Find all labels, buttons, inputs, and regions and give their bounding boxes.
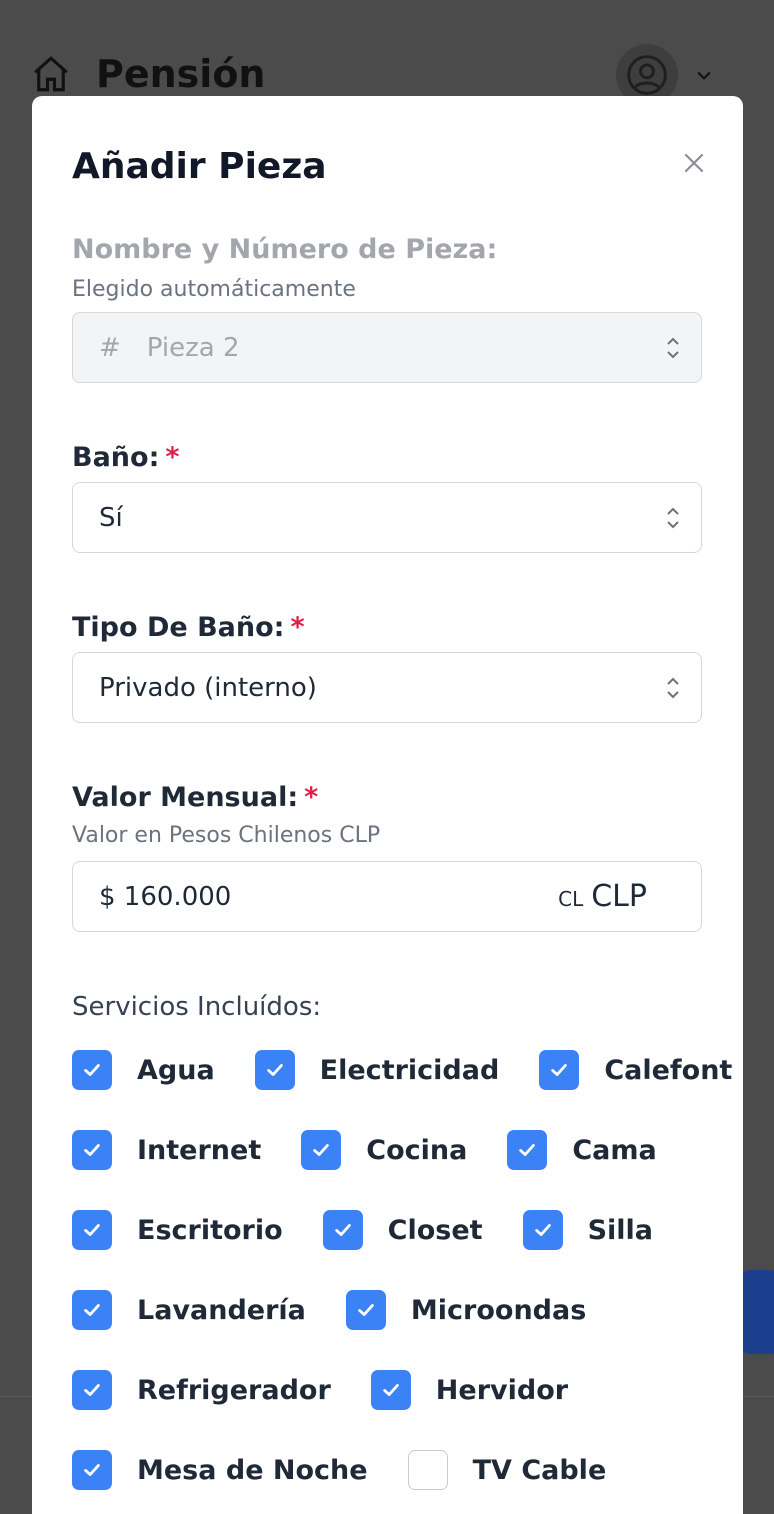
services-row: Lavandería Microondas	[72, 1290, 626, 1330]
check-icon	[266, 1064, 283, 1076]
checkbox-checked[interactable]	[72, 1050, 112, 1090]
select-chevron-icon	[667, 507, 679, 529]
home-icon[interactable]	[30, 53, 72, 95]
service-label: Closet	[387, 1214, 483, 1246]
service-label: Cama	[572, 1134, 657, 1166]
background-action-button	[740, 1270, 774, 1354]
room-name-select: # Pieza 2	[72, 312, 702, 383]
service-checkbox-item[interactable]: Closet	[322, 1210, 483, 1250]
services-label: Servicios Incluídos:	[72, 992, 322, 1022]
service-label: Refrigerador	[137, 1374, 331, 1406]
service-checkbox-item[interactable]: Escritorio	[72, 1210, 283, 1250]
chevron-down-icon[interactable]	[694, 65, 714, 85]
room-name-value: Pieza 2	[146, 332, 240, 363]
hash-icon: #	[99, 332, 121, 363]
bathroom-value: Sí	[99, 502, 123, 533]
modal-title: Añadir Pieza	[72, 146, 327, 187]
page-title: Pensión	[96, 52, 266, 96]
service-checkbox-item[interactable]: Microondas	[345, 1290, 587, 1330]
check-icon	[358, 1304, 374, 1316]
service-checkbox-item[interactable]: Internet	[72, 1130, 261, 1170]
service-label: TV Cable	[472, 1454, 607, 1486]
checkbox-checked[interactable]	[522, 1210, 563, 1250]
checkbox-checked[interactable]	[72, 1370, 112, 1410]
chile-flag-icon: CL	[558, 887, 584, 911]
check-icon	[534, 1224, 551, 1236]
check-icon	[84, 1064, 100, 1076]
check-icon	[84, 1304, 100, 1316]
check-icon	[519, 1144, 536, 1156]
checkbox-checked[interactable]	[507, 1130, 548, 1170]
service-label: Agua	[137, 1054, 215, 1086]
bathroom-select[interactable]: Sí	[72, 482, 702, 553]
required-marker: *	[165, 442, 180, 473]
room-name-help: Elegido automáticamente	[72, 277, 356, 302]
service-checkbox-item[interactable]: Silla	[522, 1210, 654, 1250]
check-icon	[383, 1384, 399, 1396]
service-label: Microondas	[410, 1294, 587, 1326]
monthly-value-input[interactable]: $ 160.000 CL CLP	[72, 861, 702, 932]
checkbox-checked[interactable]	[254, 1050, 295, 1090]
service-label: Escritorio	[137, 1214, 283, 1246]
check-icon	[334, 1224, 351, 1236]
select-chevron-icon	[667, 337, 679, 359]
check-icon	[84, 1224, 100, 1236]
service-checkbox-item[interactable]: Cocina	[301, 1130, 467, 1170]
service-checkbox-item[interactable]: Electricidad	[254, 1050, 500, 1090]
currency-code: CLP	[591, 879, 647, 914]
background-header: Pensión	[30, 44, 744, 106]
checkbox-checked[interactable]	[322, 1210, 363, 1250]
checkbox-checked[interactable]	[539, 1050, 580, 1090]
service-label: Mesa de Noche	[137, 1454, 368, 1486]
service-checkbox-item[interactable]: Lavandería	[72, 1290, 306, 1330]
services-row: Escritorio Closet Silla	[72, 1210, 693, 1250]
checkbox-checked[interactable]	[72, 1130, 112, 1170]
service-label: Internet	[137, 1134, 262, 1166]
service-checkbox-item[interactable]: Refrigerador	[72, 1370, 331, 1410]
check-icon	[313, 1144, 330, 1156]
services-row: Internet Cocina Cama	[72, 1130, 697, 1170]
service-label: Hervidor	[435, 1374, 569, 1406]
service-checkbox-item[interactable]: Cama	[507, 1130, 657, 1170]
service-label: Calefont	[604, 1054, 733, 1086]
services-row: Refrigerador Hervidor	[72, 1370, 608, 1410]
service-checkbox-item[interactable]: Calefont	[539, 1050, 732, 1090]
checkbox-checked[interactable]	[345, 1290, 386, 1330]
service-checkbox-item[interactable]: Hervidor	[370, 1370, 569, 1410]
required-marker: *	[290, 612, 305, 643]
service-label: Cocina	[366, 1134, 468, 1166]
room-name-label: Nombre y Número de Pieza:	[72, 234, 498, 265]
check-icon	[84, 1144, 100, 1156]
service-label: Lavandería	[137, 1294, 306, 1326]
monthly-value-help: Valor en Pesos Chilenos CLP	[72, 823, 381, 848]
close-icon[interactable]	[681, 150, 707, 176]
service-checkbox-item[interactable]: Agua	[72, 1050, 215, 1090]
checkbox-checked[interactable]	[72, 1450, 112, 1490]
bathroom-type-label: Tipo De Baño: *	[72, 612, 305, 643]
checkbox-checked[interactable]	[301, 1130, 342, 1170]
check-icon	[84, 1464, 100, 1476]
services-row: Agua Electricidad Calefont	[72, 1050, 772, 1090]
bathroom-type-select[interactable]: Privado (interno)	[72, 652, 702, 723]
checkbox-checked[interactable]	[370, 1370, 411, 1410]
required-marker: *	[304, 782, 319, 813]
bathroom-type-value: Privado (interno)	[99, 672, 317, 703]
service-label: Silla	[587, 1214, 654, 1246]
select-chevron-icon	[667, 677, 679, 699]
monthly-value-label: Valor Mensual: *	[72, 782, 319, 813]
checkbox-unchecked[interactable]	[407, 1450, 448, 1490]
check-icon	[84, 1384, 100, 1396]
service-checkbox-item[interactable]: Mesa de Noche	[72, 1450, 368, 1490]
service-label: Electricidad	[319, 1054, 500, 1086]
checkbox-checked[interactable]	[72, 1290, 112, 1330]
add-room-modal: Añadir Pieza Nombre y Número de Pieza: E…	[32, 96, 743, 1514]
services-row: Mesa de Noche TV Cable	[72, 1450, 646, 1490]
bathroom-label: Baño: *	[72, 442, 180, 473]
currency-indicator: CL CLP	[558, 879, 647, 914]
service-checkbox-item[interactable]: TV Cable	[407, 1450, 607, 1490]
checkbox-checked[interactable]	[72, 1210, 112, 1250]
check-icon	[551, 1064, 568, 1076]
monthly-value-amount: $ 160.000	[99, 881, 232, 912]
